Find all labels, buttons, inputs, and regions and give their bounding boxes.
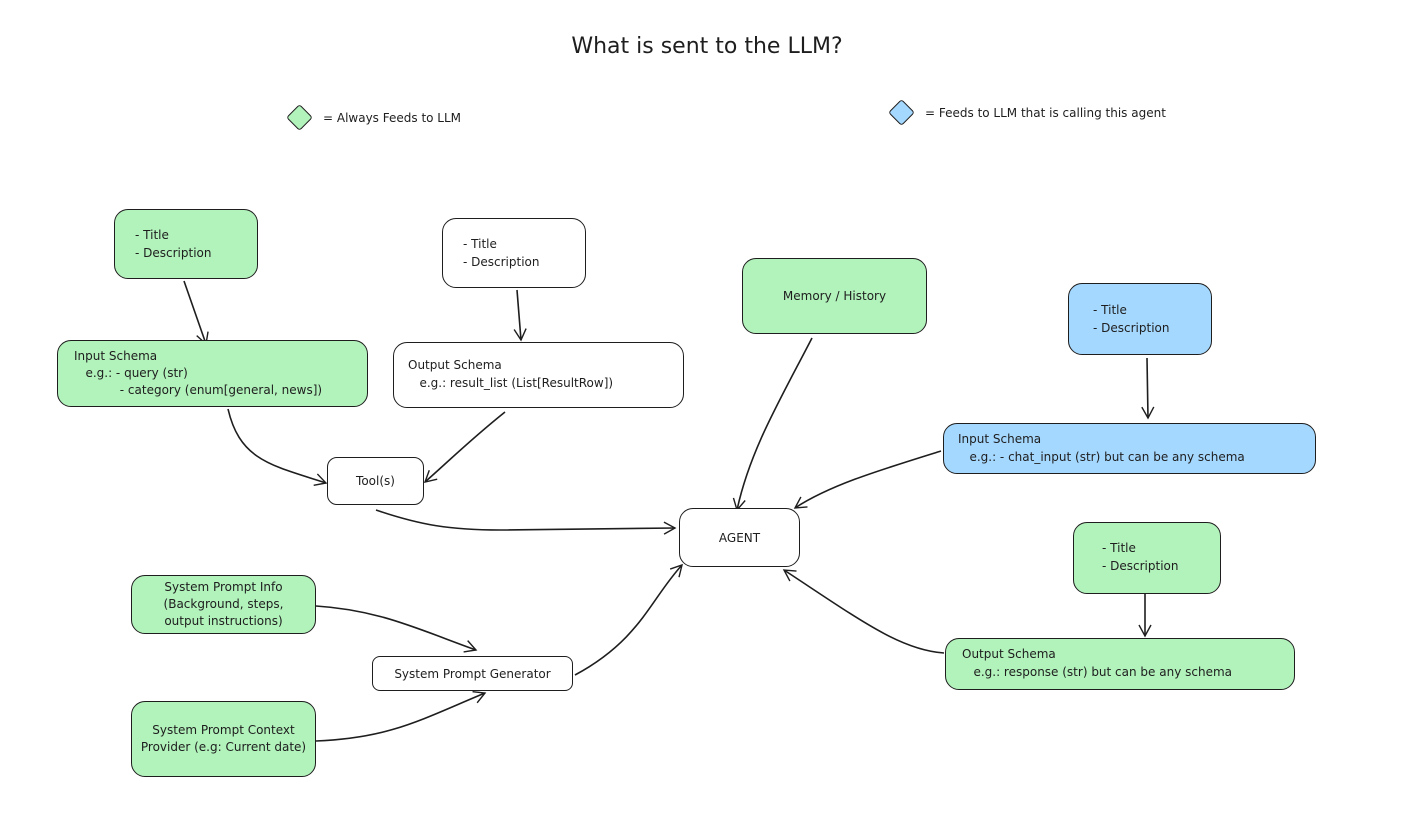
system-prompt-context-node[interactable]: System Prompt Context Provider (e.g: Cur…	[131, 701, 316, 777]
node-label: System Prompt Generator	[394, 666, 551, 681]
node-line: Input Schema	[74, 349, 158, 363]
system-prompt-info-node[interactable]: System Prompt Info (Background, steps, o…	[131, 575, 316, 634]
edge-output-schema-to-agent	[782, 569, 945, 654]
node-label: Tool(s)	[356, 474, 395, 488]
node-label: Memory / History	[782, 289, 887, 303]
legend-always-label: = Always Feeds to LLM	[323, 110, 462, 125]
agent-output-schema-node[interactable]: Output Schema e.g.: response (str) but c…	[945, 638, 1295, 690]
blue-diamond-icon	[888, 99, 915, 126]
node-line: e.g.: - chat_input (str) but can be any …	[958, 450, 1245, 464]
legend-caller-label: = Feeds to LLM that is calling this agen…	[925, 105, 1166, 120]
edge-agent-input-meta-to-schema	[1141, 357, 1155, 420]
node-line: - Description	[135, 246, 212, 260]
node-line: - category (enum[general, news])	[74, 383, 323, 397]
node-label: AGENT	[718, 530, 761, 545]
green-diamond-icon	[286, 104, 313, 131]
edge-input-schema-to-tools	[227, 408, 328, 487]
memory-node[interactable]: Memory / History	[742, 258, 927, 334]
node-label: System Prompt Context Provider (e.g: Cur…	[140, 723, 307, 754]
tools-node[interactable]: Tool(s)	[327, 457, 424, 505]
legend-caller: = Feeds to LLM that is calling this agen…	[886, 99, 1166, 126]
node-line: - Title	[135, 228, 169, 242]
node-line: - Title	[463, 237, 497, 251]
agent-input-meta-node[interactable]: - Title - Description	[1068, 283, 1212, 355]
edge-generator-to-agent	[574, 563, 683, 676]
node-line: e.g.: - query (str)	[74, 366, 188, 380]
edge-output-schema-to-tools	[423, 411, 506, 483]
node-line: Input Schema	[958, 432, 1042, 446]
node-line: Output Schema	[408, 358, 502, 372]
diagram-title: What is sent to the LLM?	[571, 34, 843, 59]
node-line: - Title	[1102, 541, 1136, 555]
node-line: e.g.: result_list (List[ResultRow])	[408, 376, 614, 390]
edge-input-schema-to-agent	[793, 450, 942, 509]
edge-context-to-generator	[315, 690, 487, 742]
edge-tools-to-agent	[375, 509, 677, 535]
node-line: - Description	[463, 255, 540, 269]
edge-info-to-generator	[315, 605, 478, 653]
tool-output-meta-node[interactable]: - Title - Description	[442, 218, 586, 288]
tool-input-schema-node[interactable]: Input Schema e.g.: - query (str) - categ…	[57, 340, 368, 407]
edge-tool-input-meta-to-schema	[183, 280, 209, 346]
node-line: - Description	[1093, 321, 1170, 335]
edge-memory-to-agent	[732, 337, 813, 512]
agent-input-schema-node[interactable]: Input Schema e.g.: - chat_input (str) bu…	[943, 423, 1316, 474]
tool-input-meta-node[interactable]: - Title - Description	[114, 209, 258, 279]
edge-tool-output-meta-to-schema	[513, 289, 527, 342]
agent-node[interactable]: AGENT	[679, 508, 800, 567]
agent-output-meta-node[interactable]: - Title - Description	[1073, 522, 1221, 594]
tool-output-schema-node[interactable]: Output Schema e.g.: result_list (List[Re…	[393, 342, 684, 408]
node-line: - Title	[1093, 303, 1127, 317]
system-prompt-generator-node[interactable]: System Prompt Generator	[372, 656, 573, 691]
node-label: System Prompt Info (Background, steps, o…	[163, 580, 284, 628]
node-line: e.g.: response (str) but can be any sche…	[962, 665, 1232, 679]
node-line: Output Schema	[962, 647, 1056, 661]
node-line: - Description	[1102, 559, 1179, 573]
legend-always: = Always Feeds to LLM	[284, 104, 462, 131]
